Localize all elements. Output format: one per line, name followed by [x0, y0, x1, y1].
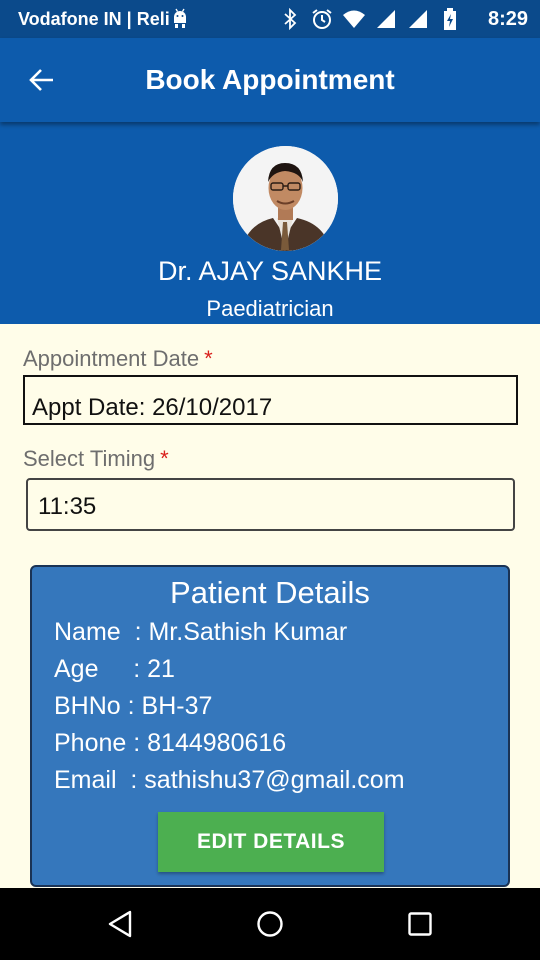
field-value: : BH-37 — [127, 692, 213, 720]
home-circle-icon[interactable] — [252, 906, 288, 942]
bluetooth-icon — [278, 7, 302, 31]
field-value: : 8144980616 — [133, 729, 287, 757]
recents-square-icon[interactable] — [402, 906, 438, 942]
alarm-icon — [310, 7, 334, 31]
field-value: : Mr.Sathish Kumar — [134, 618, 348, 646]
android-icon — [172, 7, 188, 29]
doctor-avatar — [233, 146, 338, 251]
doctor-specialty: Paediatrician — [206, 296, 334, 321]
status-clock: 8:29 — [487, 8, 528, 30]
back-triangle-icon[interactable] — [102, 906, 138, 942]
wifi-icon — [342, 7, 366, 31]
doctor-name: Dr. AJAY SANKHE — [157, 256, 383, 286]
appointment-date-label: Appointment Date * — [23, 346, 213, 372]
patient-email-row: Email : sathishu37@gmail.com — [54, 766, 405, 795]
page-title: Book Appointment — [145, 64, 395, 95]
patient-phone-row: Phone : 8144980616 — [54, 729, 286, 758]
select-timing-label-text: Select Timing — [23, 446, 156, 471]
status-bar: Vodafone IN | Reli 8:29 — [0, 0, 540, 38]
patient-bhno-row: BHNo : BH-37 — [54, 692, 212, 721]
select-timing-label: Select Timing * — [23, 446, 169, 472]
system-nav-bar — [0, 888, 540, 960]
battery-icon — [438, 7, 462, 31]
field-value: : 21 — [126, 655, 175, 683]
field-key: BHNo — [54, 692, 128, 720]
timing-field[interactable]: 11:35 — [26, 478, 515, 531]
signal-icon — [406, 7, 430, 31]
patient-details-title: Patient Details — [170, 575, 370, 610]
patient-details-card: Patient Details Name : Mr.Sathish Kumar … — [30, 565, 510, 887]
required-mark: * — [160, 446, 169, 471]
field-key: Phone — [54, 729, 134, 757]
field-key: Age — [54, 655, 127, 683]
appointment-date-label-text: Appointment Date — [23, 346, 200, 371]
edit-details-button[interactable]: EDIT DETAILS — [158, 812, 384, 872]
required-mark: * — [204, 346, 213, 371]
doctor-header: Dr. AJAY SANKHE Paediatrician — [0, 122, 540, 324]
patient-age-row: Age : 21 — [54, 655, 175, 684]
field-value: : sathishu37@gmail.com — [130, 766, 405, 794]
signal-icon — [374, 7, 398, 31]
field-key: Name — [54, 618, 135, 646]
carrier-name: Vodafone IN | Reli — [18, 9, 170, 29]
appointment-date-field[interactable]: Appt Date: 26/10/2017 — [23, 375, 518, 425]
patient-name-row: Name : Mr.Sathish Kumar — [54, 618, 347, 647]
app-bar: Book Appointment — [0, 38, 540, 122]
field-key: Email — [54, 766, 131, 794]
